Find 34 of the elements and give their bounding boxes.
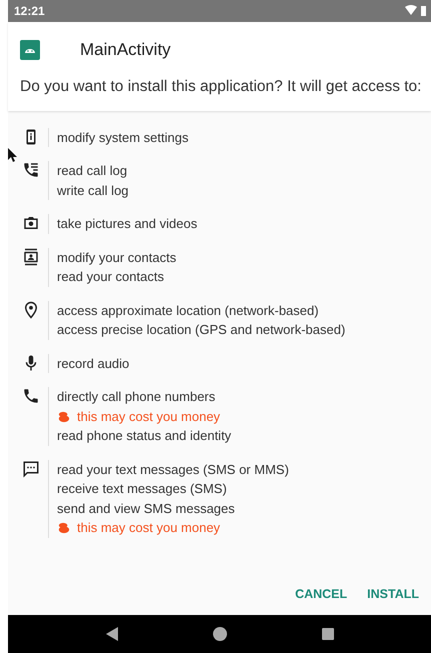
permission-text: record audio bbox=[57, 354, 130, 373]
home-icon[interactable] bbox=[212, 627, 226, 642]
permission-text: directly call phone numbers bbox=[57, 388, 216, 406]
permission-text: receive text messages (SMS) bbox=[57, 480, 228, 498]
message-icon bbox=[22, 460, 40, 478]
permission-text: read call log bbox=[57, 162, 128, 180]
permission-text: take pictures and videos bbox=[57, 215, 198, 234]
permission-text: access precise location (GPS and network-based) bbox=[57, 321, 346, 340]
status-time: 12:21 bbox=[14, 4, 45, 18]
location-pin-icon bbox=[22, 300, 40, 319]
permission-text: read your contacts bbox=[57, 268, 165, 286]
app-name: MainActivity bbox=[80, 40, 171, 60]
cost-warning: this may cost you money bbox=[77, 408, 220, 426]
install-prompt: Do you want to install this application? It will get access to: bbox=[19, 78, 422, 96]
coins-icon bbox=[57, 410, 71, 423]
mouse-cursor-icon bbox=[8, 148, 18, 162]
coins-icon bbox=[57, 522, 71, 534]
permission-text: modify your contacts bbox=[57, 248, 176, 267]
back-icon[interactable] bbox=[106, 627, 118, 642]
dialog-button[interactable]: INSTALL bbox=[361, 580, 425, 607]
android-app-icon bbox=[20, 40, 40, 60]
phone-icon bbox=[22, 387, 40, 406]
permission-text: read phone status and identity bbox=[57, 427, 232, 446]
permission-text: access approximate location (network-based) bbox=[57, 302, 320, 320]
cost-warning: this may cost you money bbox=[77, 519, 220, 538]
permission-text: read your text messages (SMS or MMS) bbox=[57, 460, 289, 479]
dialog-button[interactable]: CANCEL bbox=[289, 580, 354, 607]
permission-text: write call log bbox=[57, 182, 129, 200]
status-icons bbox=[405, 4, 427, 17]
phone-list-icon bbox=[22, 161, 40, 180]
permission-text: send and view SMS messages bbox=[57, 500, 236, 518]
recents-icon[interactable] bbox=[322, 628, 334, 640]
contact-card-icon bbox=[22, 248, 40, 266]
permission-text: modify system settings bbox=[57, 128, 188, 147]
